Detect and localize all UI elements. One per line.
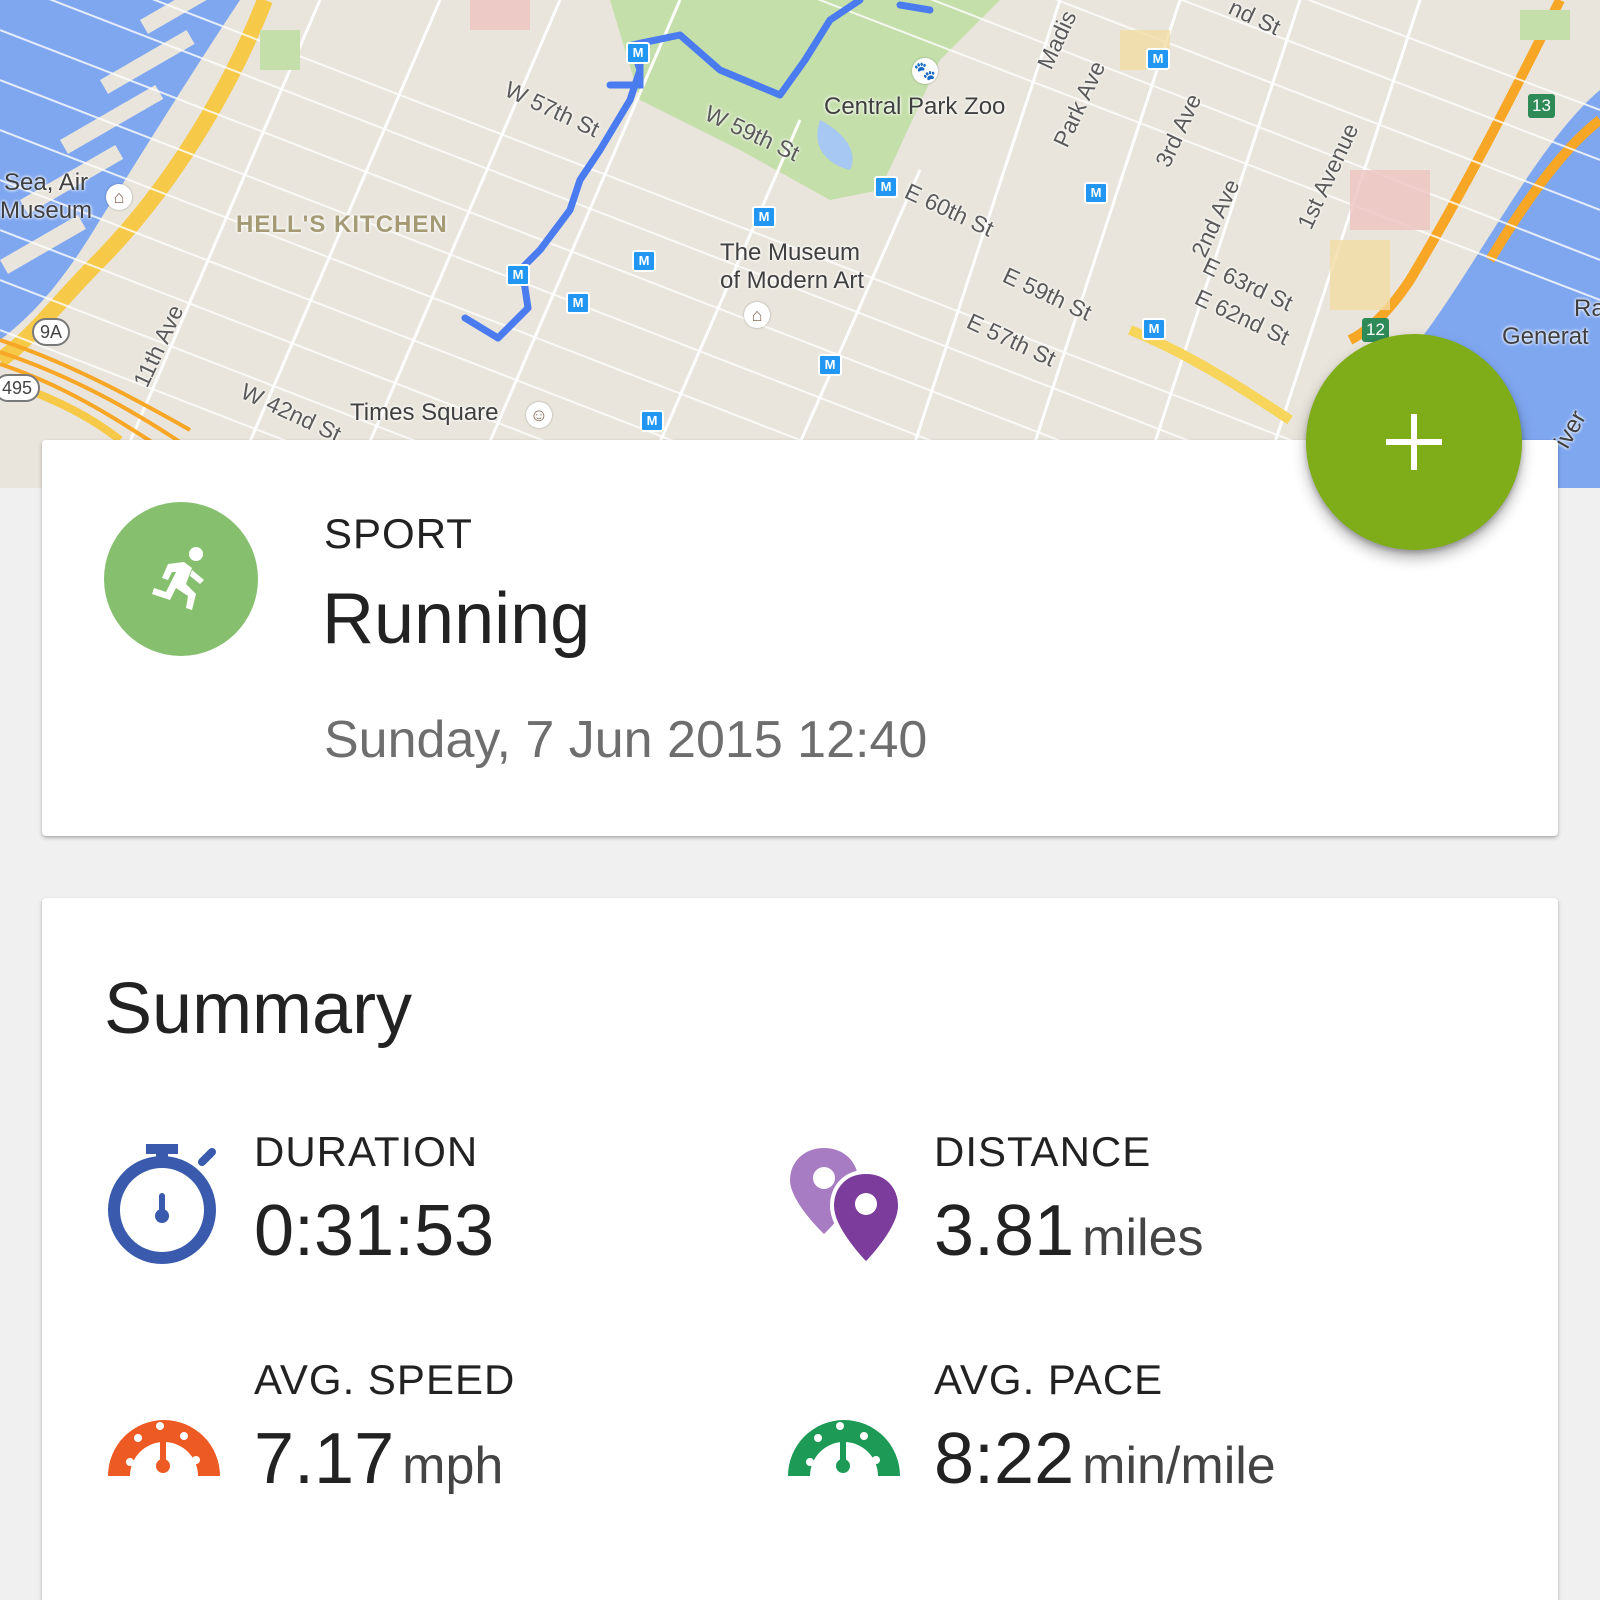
metric-distance-unit: miles xyxy=(1082,1209,1204,1267)
metro-station-icon: M xyxy=(566,292,590,314)
metro-station-icon: M xyxy=(752,206,776,228)
metric-duration-value-row: 0:31:53 xyxy=(254,1190,502,1272)
map-place-times-square: Times Square xyxy=(350,399,499,426)
route-shield-9a: 9A xyxy=(32,318,71,346)
metric-avg-speed-value: 7.17 xyxy=(254,1419,395,1499)
metric-duration: DURATION 0:31:53 xyxy=(104,1128,754,1328)
metric-avg-pace-label: AVG. PACE xyxy=(934,1356,1164,1403)
route-shield-495: 495 xyxy=(0,374,41,402)
metric-avg-pace-value: 8:22 xyxy=(934,1419,1075,1499)
metric-avg-speed: AVG. SPEED 7.17 mph xyxy=(104,1356,754,1556)
map-district-hells-kitchen: HELL'S KITCHEN xyxy=(236,211,448,238)
metro-station-icon: M xyxy=(506,264,530,286)
zoo-paw-icon: 🐾 xyxy=(912,58,938,84)
running-person-icon xyxy=(152,547,204,610)
workout-date[interactable]: Sunday, 7 Jun 2015 12:40 xyxy=(324,710,927,770)
metro-station-icon: M xyxy=(874,176,898,198)
plus-icon xyxy=(1386,414,1442,470)
sport-value[interactable]: Running xyxy=(322,578,590,660)
map-place-moma-line2: of Modern Art xyxy=(720,267,865,294)
metro-station-icon: M xyxy=(640,410,664,432)
metro-station-icon: M xyxy=(632,250,656,272)
metro-station-icon: M xyxy=(1084,182,1108,204)
metric-avg-speed-value-row: 7.17 mph xyxy=(254,1418,503,1500)
summary-card: Summary DURATION 0:31:53 DISTANCE 3.81 m… xyxy=(42,898,1558,1600)
metric-distance-value-row: 3.81 miles xyxy=(934,1190,1203,1272)
workout-detail-screen: W 57th St W 59th St E 60th St E 59th St … xyxy=(0,0,1600,1600)
metro-station-icon: M xyxy=(626,42,650,64)
metric-avg-pace-unit: min/mile xyxy=(1082,1437,1276,1495)
sport-label: SPORT xyxy=(324,510,473,557)
add-fab-button[interactable] xyxy=(1306,334,1522,550)
metric-distance: DISTANCE 3.81 miles xyxy=(784,1128,1434,1328)
map-place-moma-line1: The Museum xyxy=(720,239,861,266)
museum-icon: ⌂ xyxy=(744,302,770,328)
metric-avg-speed-label: AVG. SPEED xyxy=(254,1356,516,1403)
metro-station-icon: M xyxy=(1146,48,1170,70)
metric-avg-pace-value-row: 8:22 min/mile xyxy=(934,1418,1276,1500)
pace-gauge-icon xyxy=(788,1420,900,1476)
summary-title: Summary xyxy=(104,969,413,1049)
map-place-central-park-zoo: Central Park Zoo xyxy=(824,93,1006,120)
metric-avg-speed-unit: mph xyxy=(402,1437,504,1495)
metro-station-icon: M xyxy=(1142,318,1166,340)
theater-icon: ☺ xyxy=(526,402,552,428)
metric-avg-pace: AVG. PACE 8:22 min/mile xyxy=(784,1356,1434,1556)
metric-duration-label: DURATION xyxy=(254,1128,479,1175)
sport-icon-circle xyxy=(104,502,258,656)
map-place-intrepid-line2: Museum xyxy=(0,197,93,224)
location-pins-icon xyxy=(790,1148,903,1267)
stopwatch-icon xyxy=(108,1144,216,1264)
map-place-intrepid-line1: Sea, Air xyxy=(4,169,89,196)
speedometer-icon xyxy=(108,1420,220,1476)
map-place-ravenswood-line2: Generat xyxy=(1502,323,1589,350)
museum-icon: ⌂ xyxy=(106,184,132,210)
map-place-ravenswood-line1: Ra xyxy=(1574,295,1600,322)
exit-sign-13: 13 xyxy=(1528,94,1555,118)
metric-duration-value: 0:31:53 xyxy=(254,1191,495,1271)
metro-station-icon: M xyxy=(818,354,842,376)
metric-distance-label: DISTANCE xyxy=(934,1128,1152,1175)
metric-distance-value: 3.81 xyxy=(934,1191,1075,1271)
